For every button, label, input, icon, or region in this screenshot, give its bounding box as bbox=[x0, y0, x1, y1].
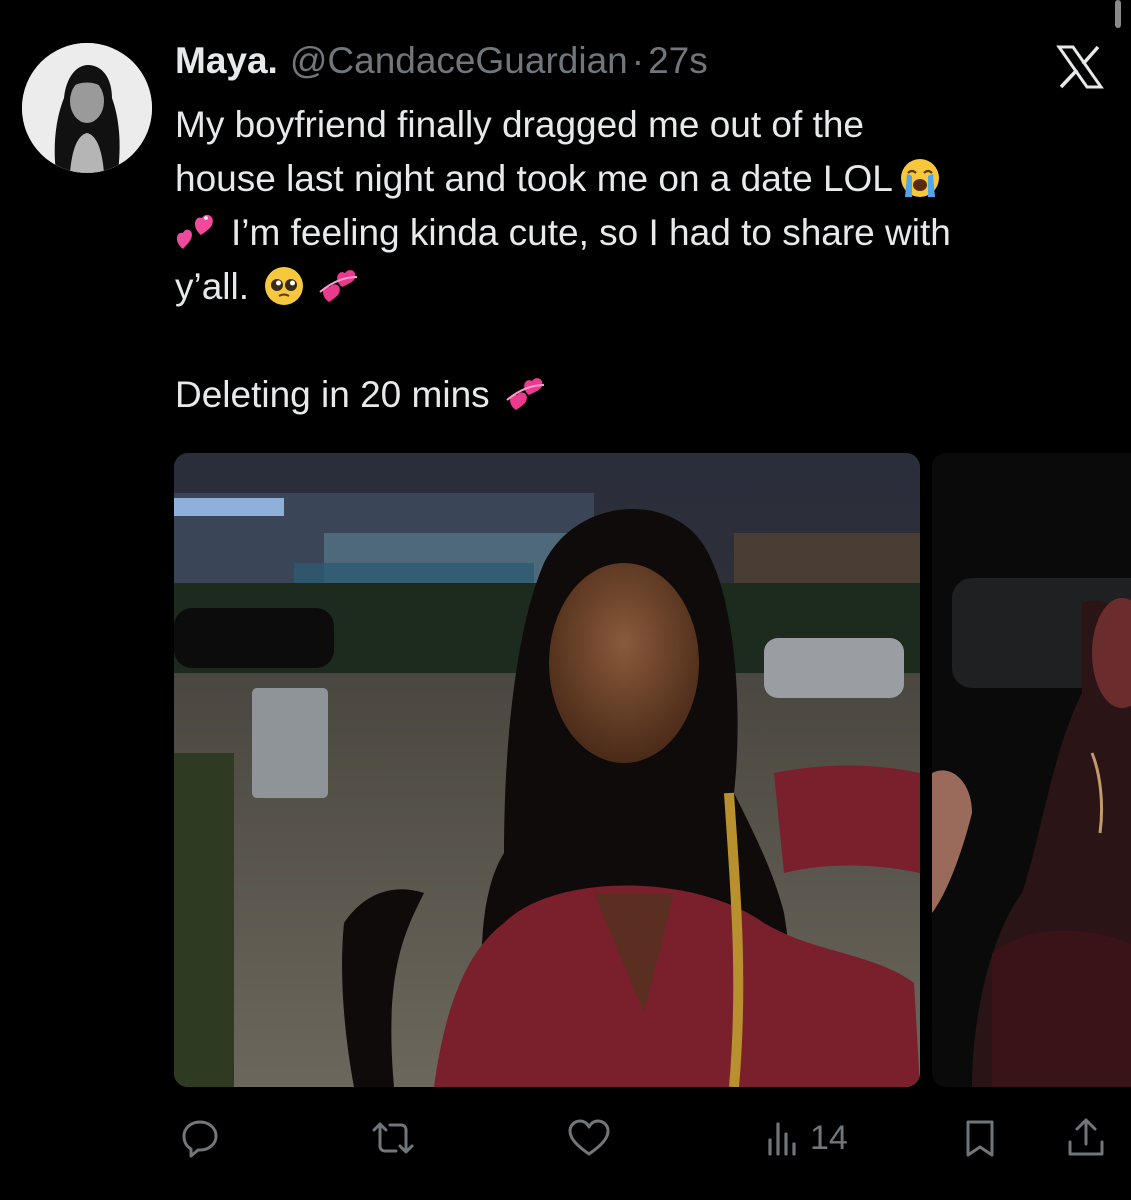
author-handle[interactable]: @CandaceGuardian bbox=[290, 40, 628, 82]
bookmark-icon bbox=[958, 1116, 1002, 1160]
tweet-line: My boyfriend finally dragged me out of t… bbox=[175, 104, 864, 145]
tweet-actions-bar: 14 bbox=[0, 1108, 1131, 1168]
tweet-photo-2[interactable] bbox=[932, 453, 1131, 1087]
views-icon bbox=[764, 1116, 802, 1160]
tweet-line: Deleting in 20 mins bbox=[175, 368, 1105, 422]
share-icon bbox=[1064, 1116, 1108, 1160]
tweet-photo-1[interactable] bbox=[174, 453, 920, 1087]
tweet-line: house last night and took me on a date L… bbox=[175, 152, 1105, 206]
crying-face-icon bbox=[899, 157, 941, 199]
revolving-hearts-icon bbox=[317, 265, 359, 307]
tweet-header: Maya. @CandaceGuardian · 27s bbox=[175, 40, 708, 90]
bookmark-button[interactable] bbox=[958, 1108, 1002, 1168]
tweet-line: y’all. bbox=[175, 260, 1105, 314]
share-button[interactable] bbox=[1064, 1108, 1108, 1168]
reply-button[interactable] bbox=[178, 1108, 222, 1168]
retweet-icon bbox=[368, 1116, 418, 1160]
x-logo-icon bbox=[1056, 45, 1104, 89]
car-selfie-photo-image bbox=[932, 453, 1131, 1087]
tweet-line: I’m feeling kinda cute, so I had to shar… bbox=[175, 206, 1105, 260]
separator-dot: · bbox=[631, 40, 645, 81]
pleading-face-icon bbox=[263, 265, 305, 307]
views-button[interactable]: 14 bbox=[764, 1108, 848, 1168]
timestamp[interactable]: 27s bbox=[648, 40, 708, 82]
views-count: 14 bbox=[810, 1118, 848, 1157]
avatar-portrait-image bbox=[22, 43, 152, 173]
tweet-text: My boyfriend finally dragged me out of t… bbox=[175, 98, 1105, 422]
reply-icon bbox=[178, 1116, 222, 1160]
selfie-photo-image bbox=[174, 453, 920, 1087]
avatar[interactable] bbox=[22, 43, 152, 173]
author-name[interactable]: Maya. bbox=[175, 40, 278, 82]
like-icon bbox=[566, 1116, 612, 1160]
retweet-button[interactable] bbox=[368, 1108, 418, 1168]
revolving-hearts-icon bbox=[504, 373, 546, 415]
scrollbar[interactable] bbox=[1115, 0, 1121, 28]
like-button[interactable] bbox=[566, 1108, 612, 1168]
two-hearts-icon bbox=[175, 211, 217, 253]
